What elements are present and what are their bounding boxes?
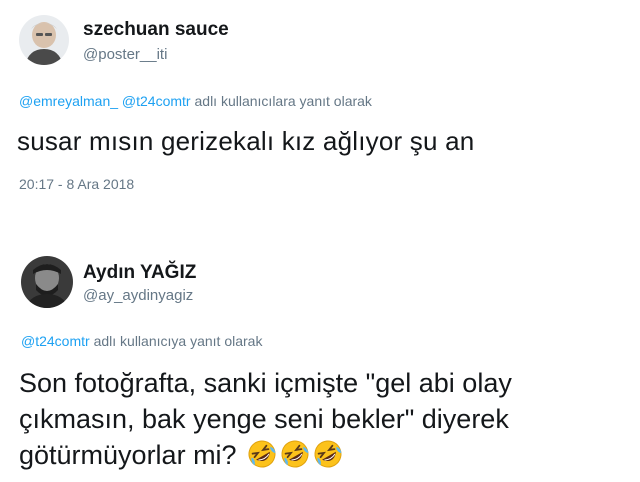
tweet-text-line: götürmüyorlar mi? (19, 437, 619, 473)
tweet-card: Aydın YAĞIZ @ay_aydinyagiz @t24comtr adl… (0, 0, 640, 470)
reply-context: @t24comtr adlı kullanıcıya yanıt olarak (21, 333, 262, 349)
tweet-text: Son fotoğrafta, sanki içmişte "gel abi o… (19, 365, 619, 473)
emoji-group (244, 440, 343, 470)
display-name[interactable]: Aydın YAĞIZ (83, 262, 196, 284)
reply-context-label: adlı kullanıcıya yanıt olarak (93, 333, 263, 349)
mention-link[interactable]: @t24comtr (21, 333, 90, 349)
rolling-on-floor-laughing-icon (313, 439, 343, 469)
avatar[interactable] (21, 256, 73, 308)
person-avatar-icon (21, 256, 73, 308)
user-handle[interactable]: @ay_aydinyagiz (83, 287, 193, 304)
rolling-on-floor-laughing-icon (280, 439, 310, 469)
tweet-text-line: Son fotoğrafta, sanki içmişte "gel abi o… (19, 368, 512, 398)
rolling-on-floor-laughing-icon (247, 439, 277, 469)
tweet-text-segment: götürmüyorlar mi? (19, 440, 237, 470)
tweet-text-line: çıkmasın, bak yenge seni bekler" diyerek (19, 404, 509, 434)
